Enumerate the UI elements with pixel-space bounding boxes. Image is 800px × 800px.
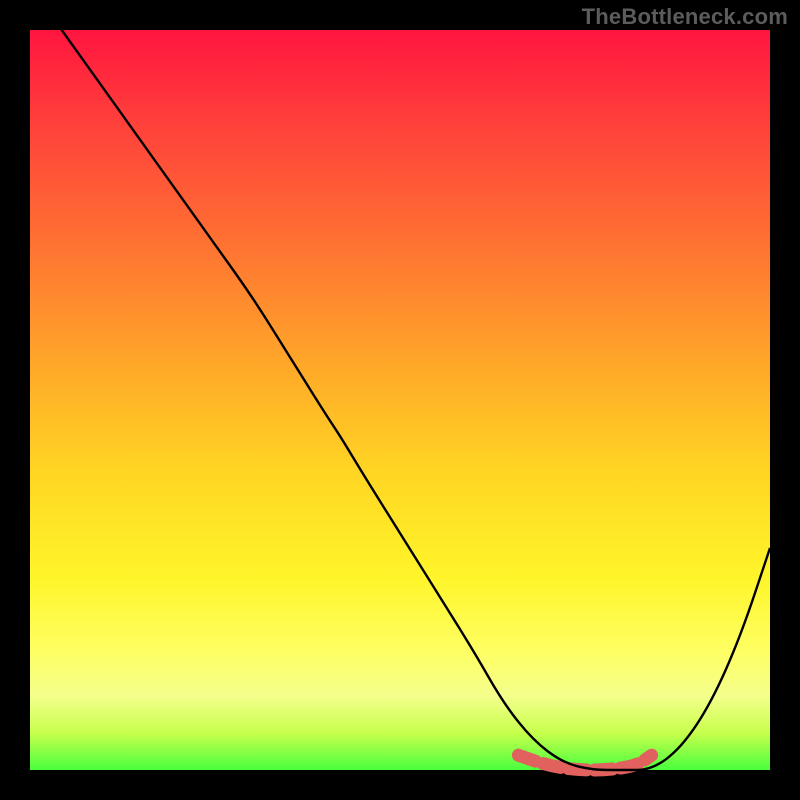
watermark-text: TheBottleneck.com [582, 4, 788, 30]
bottleneck-curve-path [30, 0, 770, 770]
chart-frame: TheBottleneck.com [0, 0, 800, 800]
curve-svg [30, 30, 770, 770]
plot-area [30, 30, 770, 770]
